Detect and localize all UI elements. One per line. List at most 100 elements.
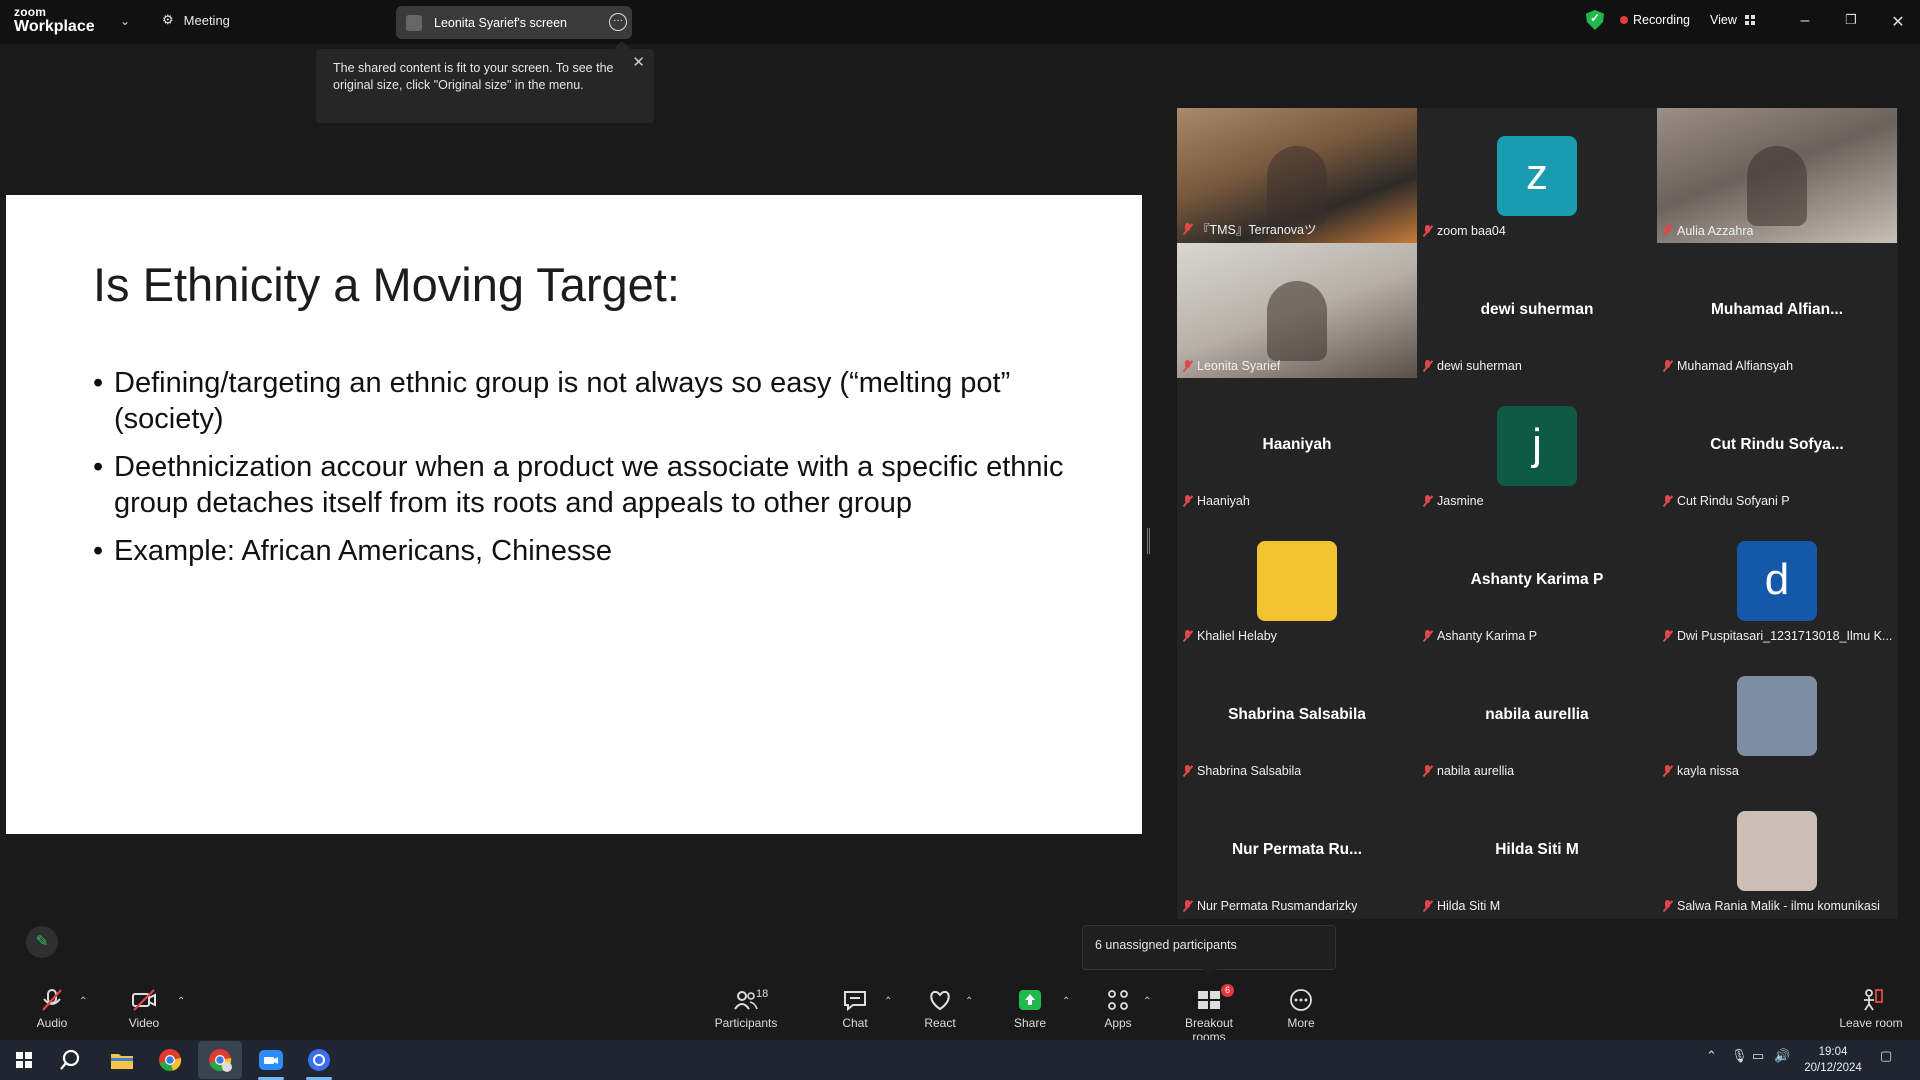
annotate-pencil-icon[interactable]: ✎ [26,926,58,958]
zoom-logo[interactable]: zoom Workplace [14,6,95,35]
microphone-icon[interactable]: 🎙 [1731,1048,1748,1064]
participant-tile[interactable]: Shabrina Salsabila Shabrina Salsabila [1177,648,1417,783]
chat-label: Chat [842,1016,868,1030]
participant-tile[interactable]: 『TMS』Terranovaツ [1177,108,1417,243]
share-screen-icon [1019,990,1041,1010]
participant-tile[interactable]: j Jasmine [1417,378,1657,513]
more-options-icon[interactable]: ··· [609,13,627,31]
shared-slide: Is Ethnicity a Moving Target: Defining/t… [6,195,1142,834]
participants-button[interactable]: 18 Participants [706,988,786,1030]
close-icon[interactable]: ✕ [1888,12,1908,32]
video-label: Video [128,1016,160,1030]
participant-name-label: zoom baa04 [1423,224,1506,238]
recording-indicator[interactable]: Recording [1620,13,1690,27]
meeting-info-button[interactable]: ⚙ Meeting [162,12,230,28]
shared-screen-pill[interactable]: Leonita Syarief's screen ··· [396,6,632,39]
participant-name: dewi suherman [1437,359,1522,373]
share-button[interactable]: Share [990,988,1070,1030]
microphone-muted-icon [1183,360,1192,372]
microphone-muted-icon [1663,495,1672,507]
participant-tile[interactable]: kayla nissa [1657,648,1897,783]
view-button[interactable]: View [1710,13,1755,27]
windows-start-icon[interactable] [10,1046,38,1074]
participant-name-label: Khaliel Helaby [1183,629,1277,643]
close-tooltip-icon[interactable]: ✕ [632,54,645,71]
gear-icon: ⚙ [162,12,174,27]
network-icon[interactable]: ▭ [1752,1048,1764,1064]
audio-label: Audio [36,1016,68,1030]
participant-tile[interactable]: Haaniyah Haaniyah [1177,378,1417,513]
logo-line-2: Workplace [14,18,95,35]
chat-button[interactable]: Chat [815,988,895,1030]
participant-name-label: dewi suherman [1423,359,1522,373]
participant-display-name: Cut Rindu Sofya... [1710,436,1844,453]
minimize-icon[interactable]: – [1795,12,1815,30]
slide-bullets: Defining/targeting an ethnic group is no… [93,365,1113,581]
avatar: z [1497,136,1577,216]
more-button[interactable]: More [1261,988,1341,1030]
resize-splitter[interactable] [1147,528,1150,554]
volume-icon[interactable]: 🔊 [1774,1048,1790,1064]
chrome-icon[interactable] [156,1046,184,1074]
participant-tile[interactable]: Cut Rindu Sofya... Cut Rindu Sofyani P [1657,378,1897,513]
audio-button[interactable]: Audio [12,988,92,1030]
zoom-workplace-icon[interactable] [305,1046,333,1074]
system-clock[interactable]: 19:04 20/12/2024 [1803,1044,1863,1076]
participant-tile[interactable]: d Dwi Puspitasari_1231713018_Ilmu K... [1657,513,1897,648]
apps-button[interactable]: Apps [1078,988,1158,1030]
avatar-letter: z [1526,150,1548,199]
meeting-label: Meeting [183,12,230,28]
breakout-badge: 6 [1221,984,1234,997]
participant-tile[interactable]: Nur Permata Ru... Nur Permata Rusmandariz… [1177,783,1417,918]
participant-name: Jasmine [1437,494,1484,508]
participant-tile[interactable]: Aulia Azzahra [1657,108,1897,243]
participant-name-label: Haaniyah [1183,494,1250,508]
participant-tile[interactable]: dewi suherman dewi suherman [1417,243,1657,378]
profile-photo [1737,811,1817,891]
participant-tile[interactable]: Khaliel Helaby [1177,513,1417,648]
participant-tile[interactable]: nabila aurellia nabila aurellia [1417,648,1657,783]
participant-name: Shabrina Salsabila [1197,764,1302,778]
leave-room-button[interactable]: Leave room [1830,988,1912,1030]
participant-name: 『TMS』Terranovaツ [1197,223,1317,237]
video-button[interactable]: Video [104,988,184,1030]
search-icon[interactable] [58,1046,86,1074]
chat-caret-icon[interactable]: ⌃ [884,996,892,1007]
security-shield-icon[interactable] [1586,10,1604,30]
breakout-rooms-button[interactable]: 6 Breakout rooms [1168,984,1250,1044]
participant-gallery: 『TMS』Terranovaツ z zoom baa04 Aulia Azzahra L… [1177,108,1898,919]
participant-name-label: Ashanty Karima P [1423,629,1537,643]
chevron-up-icon[interactable]: ⌃ [1706,1048,1717,1064]
notifications-icon[interactable]: ▢ [1880,1048,1892,1064]
audio-caret-icon[interactable]: ⌃ [79,996,87,1007]
participant-name-label: Jasmine [1423,494,1484,508]
restore-icon[interactable]: ❐ [1841,12,1861,28]
meeting-toolbar: Audio ⌃ Video ⌃ 18 Participants Chat ⌃ R… [0,980,1920,1044]
react-caret-icon[interactable]: ⌃ [965,996,973,1007]
share-caret-icon[interactable]: ⌃ [1062,996,1070,1007]
microphone-muted-icon [1423,630,1432,642]
react-button[interactable]: React [900,988,980,1030]
participant-name-label: Aulia Azzahra [1663,224,1753,238]
chrome-profile-icon[interactable] [206,1046,234,1074]
participant-tile[interactable]: Muhamad Alfian... Muhamad Alfiansyah [1657,243,1897,378]
record-dot-icon [1620,16,1628,24]
apps-caret-icon[interactable]: ⌃ [1143,996,1151,1007]
participant-tile[interactable]: Salwa Rania Malik - ilmu komunikasi [1657,783,1897,918]
chevron-down-icon[interactable]: ⌄ [120,14,130,28]
file-explorer-icon[interactable] [108,1046,136,1074]
zoom-window: zoom Workplace ⌄ ⚙ Meeting Leonita Syari… [0,0,1920,1080]
participant-tile[interactable]: Ashanty Karima P Ashanty Karima P [1417,513,1657,648]
participant-tile[interactable]: Hilda Siti M Hilda Siti M [1417,783,1657,918]
participant-tile[interactable]: z zoom baa04 [1417,108,1657,243]
video-caret-icon[interactable]: ⌃ [177,996,185,1007]
zoom-app-icon[interactable] [257,1046,285,1074]
title-bar: zoom Workplace ⌄ ⚙ Meeting Leonita Syari… [0,0,1920,44]
avatar-letter: j [1532,420,1542,469]
unassigned-participants-popup: 6 unassigned participants [1082,925,1336,976]
microphone-muted-icon [1423,900,1432,912]
logo-line-1: zoom [14,5,47,19]
microphone-muted-icon [1663,900,1672,912]
participant-tile[interactable]: Leonita Syarief [1177,243,1417,378]
shared-screen-label: Leonita Syarief's screen [434,15,568,30]
